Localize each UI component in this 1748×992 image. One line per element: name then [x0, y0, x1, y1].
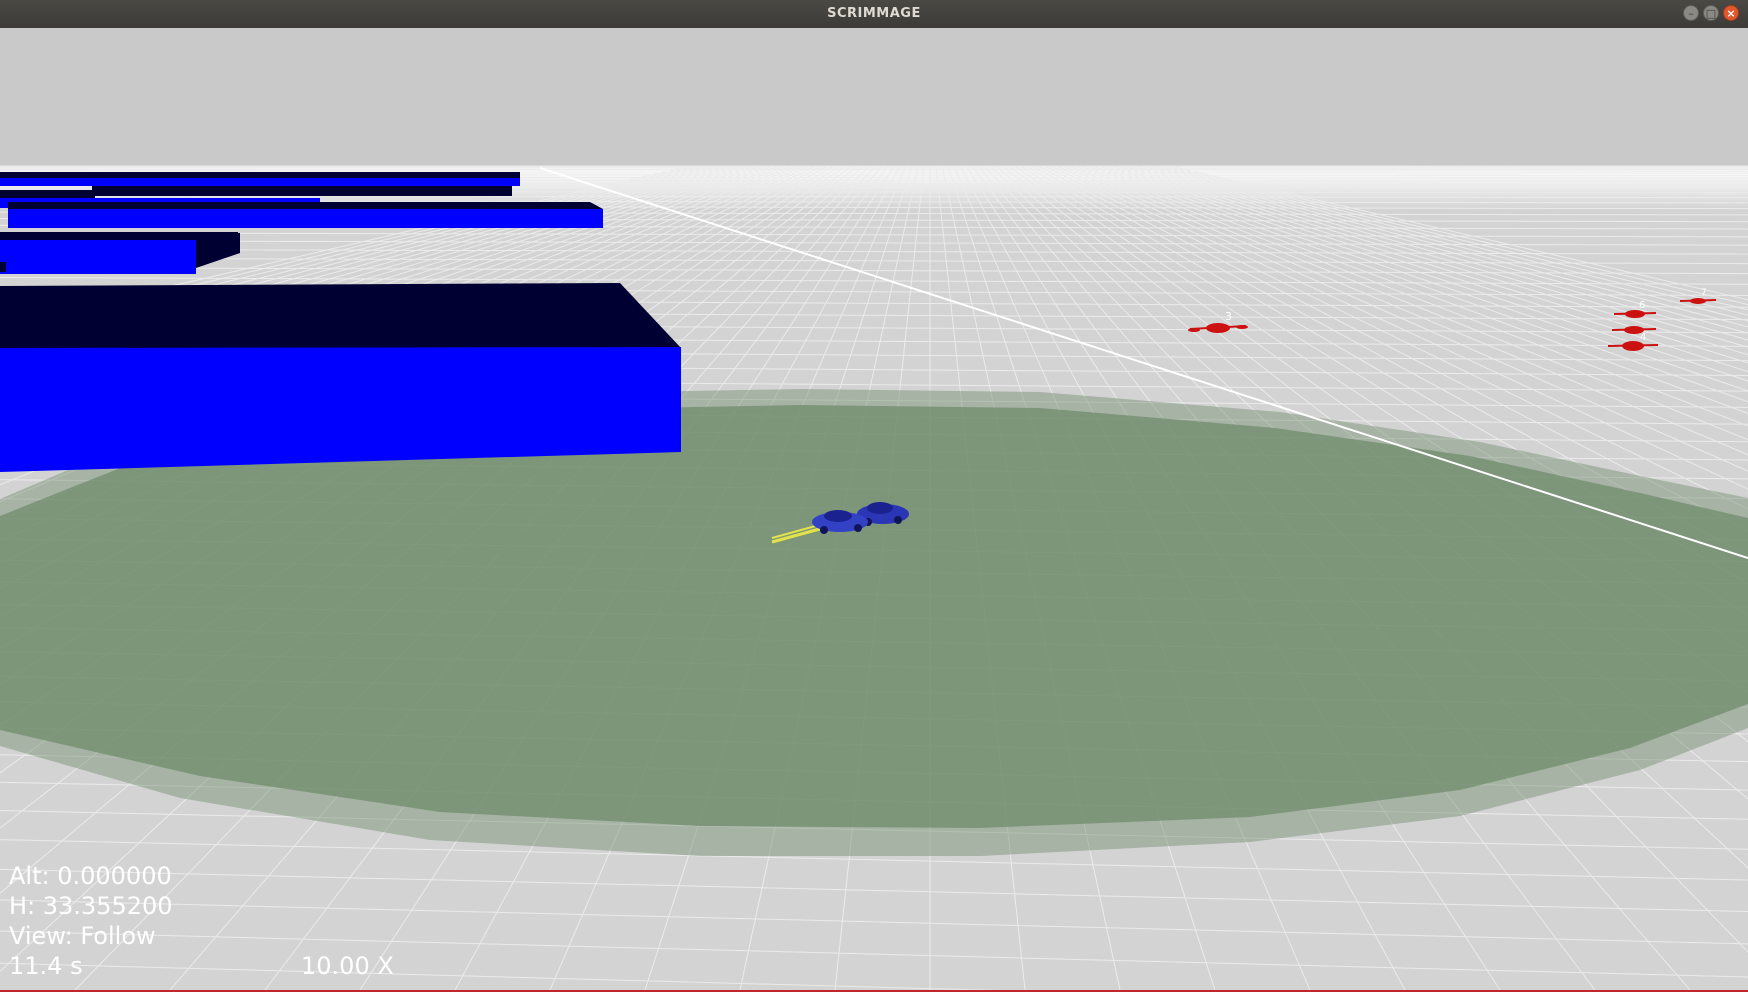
simulation-viewport[interactable]: 3 6 4 7 Alt: 0.000000 H: 33.355200 View:…: [0, 28, 1748, 990]
boundary-zone-inner: [0, 405, 1748, 828]
building: [0, 178, 520, 186]
entity-label: 3: [1225, 310, 1232, 323]
title-bar[interactable]: SCRIMMAGE – □ ×: [0, 0, 1748, 29]
hud-heading: H: 33.355200: [9, 892, 173, 920]
minimize-icon[interactable]: –: [1683, 5, 1699, 21]
building-edge: [0, 262, 6, 272]
building: [0, 240, 196, 274]
building-top: [92, 186, 512, 196]
scrimmage-window: SCRIMMAGE – □ × 3 6 4 7 Alt: 0.000000 H:…: [0, 0, 1748, 992]
window-title: SCRIMMAGE: [827, 6, 921, 21]
building-top: [0, 283, 681, 348]
maximize-icon[interactable]: □: [1703, 5, 1719, 21]
entity-label: 6: [1639, 300, 1645, 311]
entity-label: 4: [1640, 332, 1646, 343]
scene-canvas: 3 6 4 7: [0, 28, 1748, 990]
sky: [0, 28, 1748, 168]
entity-label: 7: [1701, 288, 1707, 298]
hud-time-warp: 10.00 X: [301, 952, 394, 980]
building-top: [8, 202, 603, 209]
hud-altitude: Alt: 0.000000: [9, 862, 172, 890]
hud-view-mode: View: Follow: [9, 922, 156, 950]
building: [0, 347, 681, 472]
close-icon[interactable]: ×: [1723, 5, 1739, 21]
building: [8, 209, 603, 228]
hud-sim-time: 11.4 s: [9, 952, 83, 980]
